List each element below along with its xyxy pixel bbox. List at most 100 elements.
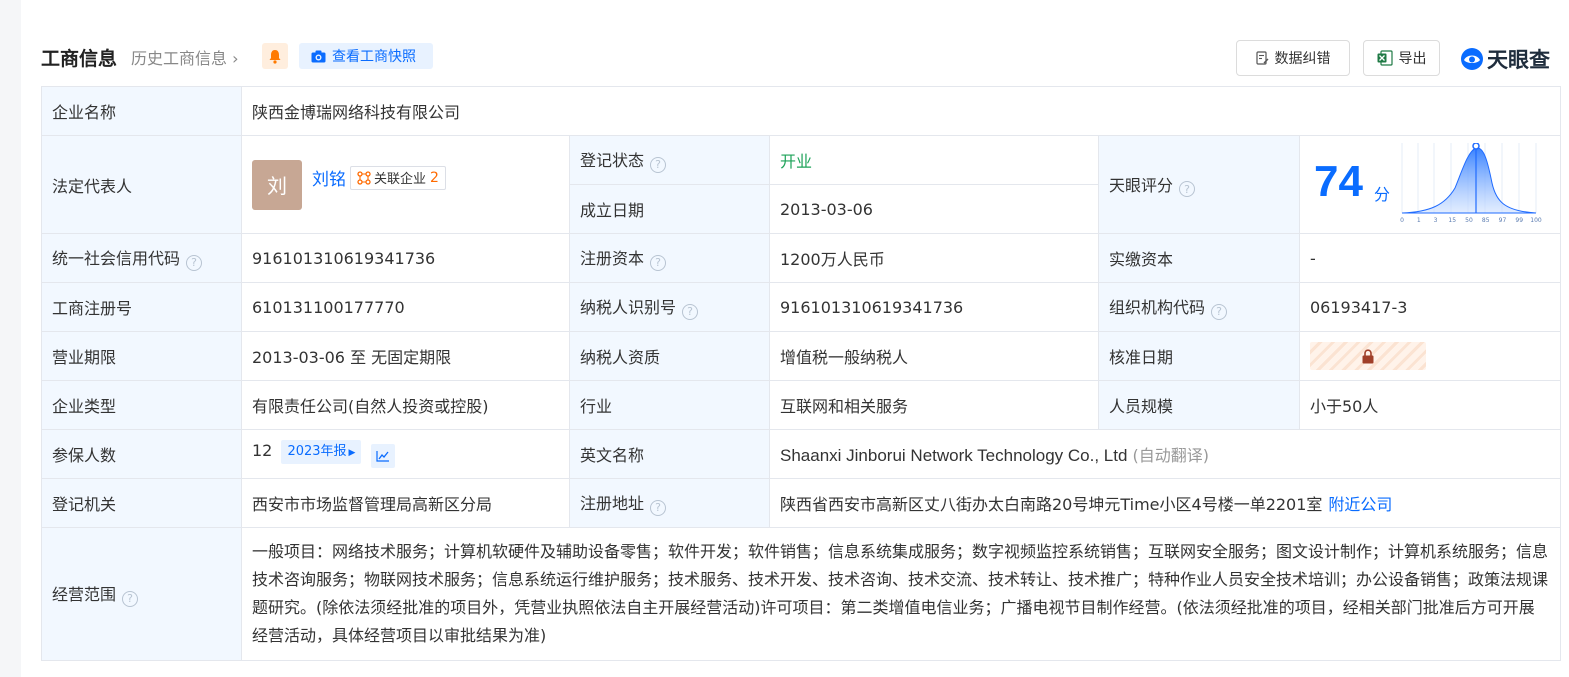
help-icon[interactable]: ?	[1179, 181, 1196, 198]
history-info-label: 历史工商信息	[131, 49, 228, 68]
label-org-code: 组织机构代码?	[1098, 282, 1300, 332]
score-number: 74	[1314, 156, 1363, 206]
annual-report-year-dropdown[interactable]: 2023年报 ▶	[281, 440, 362, 464]
auto-translate-note: (自动翻译)	[1132, 446, 1210, 465]
label-insured: 参保人数	[41, 429, 242, 479]
legal-rep-name-link[interactable]: 刘铭	[312, 165, 346, 190]
avatar[interactable]: 刘	[252, 159, 302, 210]
snapshot-button[interactable]: 查看工商快照	[299, 43, 433, 69]
excel-icon	[1377, 50, 1393, 66]
taxpayer-qual-value: 增值税一般纳税人	[769, 331, 1099, 381]
data-correct-button[interactable]: 数据纠错	[1236, 40, 1350, 76]
credit-code-value: 916101310619341736	[241, 233, 570, 283]
related-companies-tag[interactable]: 关联企业 2	[350, 165, 446, 190]
org-code-label: 组织机构代码	[1109, 298, 1206, 318]
reg-capital-label: 注册资本	[580, 249, 645, 269]
industry-value: 互联网和相关服务	[769, 380, 1099, 430]
camera-icon	[311, 50, 326, 62]
staff-size-value: 小于50人	[1298, 380, 1562, 430]
nearby-companies-link[interactable]: 附近公司	[1328, 495, 1392, 514]
brand-eye-icon	[1461, 48, 1483, 70]
label-est-date: 成立日期	[569, 184, 770, 234]
help-icon[interactable]: ?	[650, 156, 667, 173]
bell-icon	[269, 49, 281, 64]
table-row: 企业类型 有限责任公司(自然人投资或控股) 行业 互联网和相关服务 人员规模 小…	[41, 380, 1562, 430]
reg-no-value: 610131100177770	[241, 282, 570, 332]
label-approve-date: 核准日期	[1098, 331, 1300, 381]
score-unit: 分	[1374, 184, 1391, 204]
label-reg-no: 工商注册号	[41, 282, 242, 332]
snapshot-label: 查看工商快照	[332, 49, 416, 65]
legal-rep-label: 法定代表人	[52, 176, 133, 196]
export-label: 导出	[1398, 51, 1427, 67]
score-tick-label: 0	[1400, 217, 1404, 224]
table-row: 经营范围? 一般项目：网络技术服务；计算机软硬件及辅助设备零售；软件开发；软件销…	[41, 527, 1562, 661]
status-badge: 开业	[780, 152, 813, 171]
score-cell[interactable]: 74 分 0 1 3 15 50 85 97 99 100	[1298, 135, 1562, 234]
edit-doc-icon	[1255, 51, 1268, 65]
score-tick-label: 97	[1499, 217, 1507, 224]
table-row: 登记机关 西安市市场监督管理局高新区分局 注册地址? 陕西省西安市高新区丈八街办…	[41, 478, 1562, 528]
label-english-name: 英文名称	[569, 429, 770, 479]
locked-content-button[interactable]	[1310, 342, 1426, 370]
label-biz-scope: 经营范围?	[41, 527, 242, 661]
english-name-value: Shaanxi Jinborui Network Technology Co.,…	[780, 446, 1128, 465]
reg-capital-value: 1200万人民币	[769, 233, 1099, 283]
score-tick-label: 85	[1482, 217, 1490, 224]
biz-scope-label: 经营范围	[52, 585, 117, 605]
reg-status-label: 登记状态	[580, 151, 645, 171]
label-credit-code: 统一社会信用代码?	[41, 233, 242, 283]
biz-scope-value: 一般项目：网络技术服务；计算机软硬件及辅助设备零售；软件开发；软件销售；信息系统…	[240, 527, 1562, 661]
table-row: 统一社会信用代码? 916101310619341736 注册资本? 1200万…	[41, 233, 1562, 283]
reg-address-value: 陕西省西安市高新区丈八街办太白南路20号坤元Time小区4号楼一单2201室	[780, 495, 1323, 514]
table-row: 企业名称 陕西金博瑞网络科技有限公司	[41, 86, 1562, 136]
brand-name: 天眼查	[1487, 48, 1550, 72]
score-tick-label: 1	[1417, 217, 1421, 224]
label-reg-status: 登记状态?	[569, 135, 770, 185]
business-info-table: 企业名称 陕西金博瑞网络科技有限公司 法定代表人 刘 刘铭 关联企业 2 登记状…	[41, 86, 1562, 661]
legal-rep-cell: 刘 刘铭 关联企业 2	[241, 135, 570, 234]
taxpayer-id-label: 纳税人识别号	[580, 298, 677, 318]
score-distribution-chart: 0 1 3 15 50 85 97 99 100	[1400, 142, 1542, 224]
data-correct-label: 数据纠错	[1274, 51, 1331, 67]
org-code-value: 06193417-3	[1298, 282, 1562, 332]
section-title: 工商信息	[41, 48, 118, 70]
label-paid-capital: 实缴资本	[1098, 233, 1300, 283]
help-icon[interactable]: ?	[122, 590, 139, 607]
export-button[interactable]: 导出	[1363, 40, 1440, 76]
label-reg-address: 注册地址?	[569, 478, 770, 528]
score-tick-label: 15	[1448, 217, 1456, 224]
monitor-bell-button[interactable]	[262, 43, 288, 69]
english-name-cell: Shaanxi Jinborui Network Technology Co.,…	[768, 429, 1562, 479]
help-icon[interactable]: ?	[682, 303, 699, 320]
score-tick-label: 99	[1515, 217, 1523, 224]
label-biz-term: 营业期限	[41, 331, 242, 381]
help-icon[interactable]: ?	[650, 499, 667, 516]
insured-value-cell: 12 2023年报 ▶	[241, 429, 570, 479]
help-icon[interactable]: ?	[186, 254, 203, 271]
score-tick-label: 3	[1434, 217, 1438, 224]
insured-trend-button[interactable]	[370, 444, 395, 468]
credit-code-label: 统一社会信用代码	[52, 249, 181, 269]
label-legal-rep: 法定代表人	[41, 135, 242, 234]
approve-date-value	[1298, 331, 1562, 381]
caret-right-icon: ▶	[348, 448, 356, 458]
table-row: 参保人数 12 2023年报 ▶ 英文名称 Shaanxi Jinborui Ne…	[41, 429, 1562, 479]
help-icon[interactable]: ?	[1211, 303, 1228, 320]
score-tick-label: 100	[1530, 217, 1542, 224]
network-icon	[357, 170, 371, 185]
annual-report-year-label: 2023年报	[287, 444, 347, 459]
taxpayer-id-value: 916101310619341736	[769, 282, 1099, 332]
biz-term-value: 2013-03-06 至 无固定期限	[241, 331, 570, 381]
history-info-link[interactable]: 历史工商信息 ›	[131, 45, 239, 69]
company-name-value: 陕西金博瑞网络科技有限公司	[240, 86, 1562, 136]
label-reg-authority: 登记机关	[41, 478, 242, 528]
section-header: 工商信息 历史工商信息 › 查看工商快照 数据纠错 导出 天眼查	[41, 40, 1561, 76]
help-icon[interactable]: ?	[650, 254, 667, 271]
distribution-curve	[1401, 146, 1537, 213]
insured-count: 12	[252, 441, 273, 460]
chevron-right-icon: ›	[232, 49, 239, 68]
label-company-name: 企业名称	[41, 86, 242, 136]
reg-address-label: 注册地址	[580, 494, 645, 514]
label-taxpayer-id: 纳税人识别号?	[569, 282, 770, 332]
